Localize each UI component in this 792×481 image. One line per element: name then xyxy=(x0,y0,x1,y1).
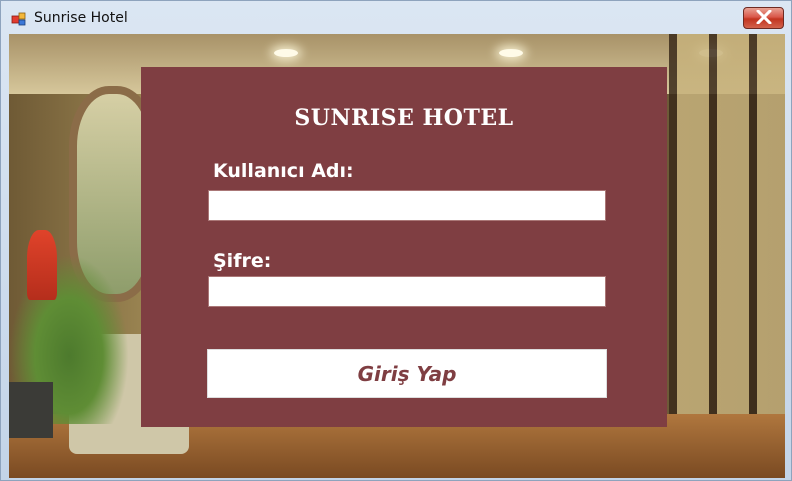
login-panel: SUNRISE HOTEL Kullanıcı Adı: Şifre: Giri… xyxy=(141,67,667,427)
plant-pot xyxy=(9,382,53,438)
ceiling-light xyxy=(499,49,523,57)
glass-doors xyxy=(669,34,785,478)
password-input[interactable] xyxy=(208,276,606,307)
title-bar[interactable]: Sunrise Hotel xyxy=(1,1,791,34)
app-window-icon xyxy=(11,11,27,27)
close-button[interactable] xyxy=(743,7,784,29)
login-button[interactable]: Giriş Yap xyxy=(207,349,607,398)
ceiling-light xyxy=(274,49,298,57)
close-x-icon xyxy=(756,9,772,28)
login-button-label: Giriş Yap xyxy=(357,361,457,386)
background-image: SUNRISE HOTEL Kullanıcı Adı: Şifre: Giri… xyxy=(9,34,785,478)
password-label: Şifre: xyxy=(213,250,272,272)
username-label: Kullanıcı Adı: xyxy=(213,160,354,182)
hotel-title: SUNRISE HOTEL xyxy=(294,105,514,131)
red-flower xyxy=(27,230,57,300)
window-title: Sunrise Hotel xyxy=(34,10,128,26)
username-input[interactable] xyxy=(208,190,606,221)
app-window: Sunrise Hotel SUNRISE HOTEL Kullanıcı Ad… xyxy=(0,0,792,481)
